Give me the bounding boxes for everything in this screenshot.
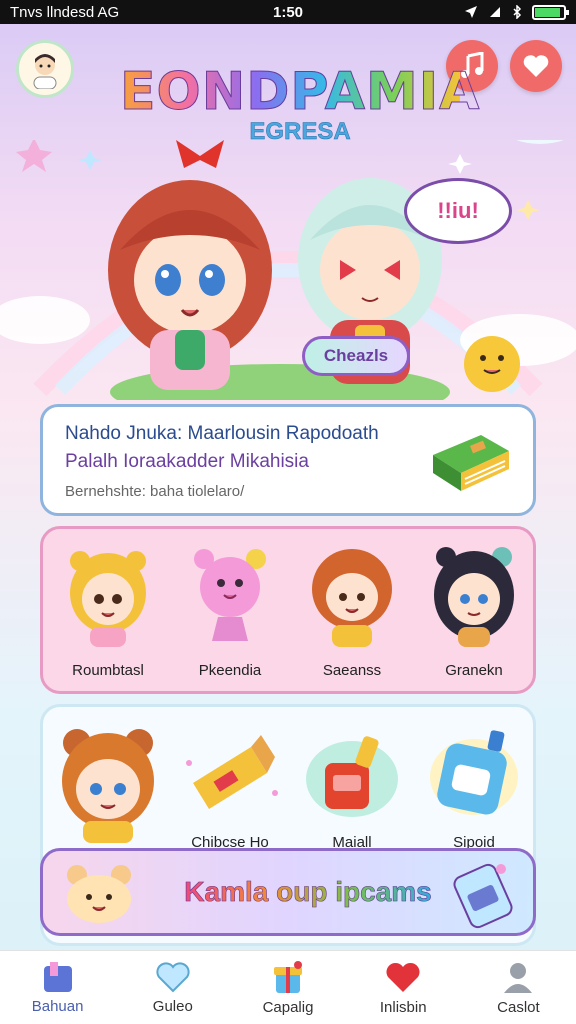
tab-profile[interactable]: Caslot	[461, 951, 576, 1024]
character-pink-blob-icon	[194, 549, 266, 641]
character-bear-ears-icon	[62, 729, 154, 843]
hero-yellow-blob	[464, 336, 520, 392]
character-label: Roumbtasl	[72, 662, 144, 679]
location-arrow-icon	[465, 6, 477, 18]
character-label: Granekn	[445, 662, 503, 679]
item-jar[interactable]: Maiall	[297, 723, 407, 851]
app-title: EONDPAMIA	[120, 62, 481, 123]
character-item[interactable]: Granekn	[419, 543, 529, 679]
character-item[interactable]: Roumbtasl	[53, 543, 163, 679]
character-label: Pkeendia	[198, 662, 262, 679]
tab-favorites[interactable]: Guleo	[115, 951, 230, 1024]
bluetooth-icon	[513, 5, 522, 19]
heart-outline-icon	[156, 962, 190, 993]
bear-mascot-icon	[67, 865, 131, 923]
item-potion[interactable]: Chibcse Ho	[175, 723, 285, 851]
avatar-icon	[33, 54, 57, 89]
carrier-name: Tnvs llndesd AG	[10, 3, 120, 21]
heart-icon	[386, 962, 420, 992]
item-character[interactable]	[53, 723, 163, 854]
character-item[interactable]: Pkeendia	[175, 543, 285, 679]
tab-label: Inlisbin	[379, 999, 427, 1016]
phone-gadget-icon	[453, 863, 513, 929]
tab-label: Bahuan	[31, 998, 84, 1015]
item-bottle[interactable]: Sipoid	[419, 723, 529, 851]
profile-icon	[504, 963, 533, 993]
signal-icon	[490, 7, 500, 17]
speech-bubble: !!iu!	[404, 178, 512, 244]
battery-fill	[535, 7, 561, 17]
tab-home[interactable]: Bahuan	[0, 951, 115, 1024]
book-icon	[433, 435, 509, 491]
battery-icon	[532, 4, 569, 20]
tab-label: Caslot	[497, 999, 540, 1016]
characters-card: Roumbtasl Pkeendia Saeanss Granekn	[40, 526, 536, 694]
blue-bottle-icon	[430, 730, 518, 815]
jar-icon	[306, 736, 398, 817]
character-curly-hair-icon	[312, 549, 392, 647]
tab-label: Capalig	[262, 999, 314, 1016]
profile-avatar[interactable]	[16, 40, 74, 98]
status-bar: Tnvs llndesd AG 1:50	[0, 0, 576, 24]
favorite-button[interactable]	[510, 40, 562, 92]
character-dark-hair-icon	[434, 547, 514, 647]
heart-icon	[523, 55, 549, 77]
tab-likes[interactable]: Inlisbin	[346, 951, 461, 1024]
home-icon	[43, 962, 72, 992]
hero-character-red-hair	[108, 140, 272, 390]
hero-illustration	[0, 140, 576, 400]
character-blonde-icon	[70, 551, 146, 647]
bottom-tab-bar: Bahuan Guleo Capalig Inlisbin Caslot	[0, 950, 576, 1024]
promo-banner[interactable]: Kamla oup ipcams	[40, 848, 536, 936]
gift-box-icon	[274, 961, 302, 993]
tab-gifts[interactable]: Capalig	[230, 951, 345, 1024]
character-name-badge[interactable]: Cheazls	[302, 336, 410, 376]
tab-label: Guleo	[152, 998, 193, 1015]
status-icons	[464, 4, 569, 20]
character-item[interactable]: Saeanss	[297, 543, 407, 679]
banner-text: Kamla oup ipcams	[184, 876, 432, 908]
potion-bottle-icon	[186, 735, 278, 809]
info-card[interactable]: Nahdo Jnuka: Maarlousin Rapodoath Palalh…	[40, 404, 536, 516]
character-label: Saeanss	[322, 662, 382, 679]
